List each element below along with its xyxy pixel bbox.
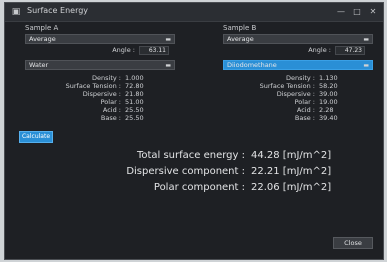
left-prop-row: Polar : 51.00 [45,98,165,106]
chevron-down-icon: ▬ [165,62,171,69]
left-angle-label: Angle : [112,46,135,54]
prop-label: Surface Tension : [259,82,315,90]
prop-value: 1.000 [125,74,144,82]
chevron-down-icon: ▬ [165,36,171,43]
prop-value: 39.00 [319,90,338,98]
prop-label: Dispersive : [276,90,315,98]
left-prop-row: Dispersive : 21.80 [45,90,165,98]
prop-value: 51.00 [125,98,144,106]
result-label: Dispersive component : [126,166,245,177]
left-solid-select[interactable]: Water ▬ [25,60,175,70]
prop-label: Base : [100,114,121,122]
prop-value: 19.00 [319,98,338,106]
prop-label: Polar : [294,98,315,106]
prop-value: 1.130 [319,74,338,82]
prop-label: Density : [92,74,121,82]
result-label: Total surface energy : [136,150,245,161]
close-window-button[interactable]: ✕ [365,5,381,19]
result-value: 44.28 [mJ/m^2] [251,150,332,161]
chevron-down-icon: ▬ [363,62,369,69]
prop-value: 25.50 [125,114,144,122]
right-solid-select[interactable]: Diiodomethane ▬ [223,60,373,70]
prop-label: Acid : [296,106,315,114]
calculate-button[interactable]: Calculate [19,131,53,143]
prop-label: Dispersive : [82,90,121,98]
window-title: Surface Energy [27,6,89,15]
left-liquid-select-value: Average [29,35,56,43]
prop-label: Base : [294,114,315,122]
left-prop-row: Base : 25.50 [45,114,165,122]
chevron-down-icon: ▬ [363,36,369,43]
prop-value: 58.20 [319,82,338,90]
surface-energy-window: ▣ Surface Energy — □ ✕ Sample A Average … [4,2,384,260]
prop-label: Acid : [102,106,121,114]
prop-value: 21.80 [125,90,144,98]
prop-value: 25.50 [125,106,144,114]
left-solid-select-value: Water [29,61,49,69]
prop-label: Density : [286,74,315,82]
right-prop-row: Acid : 2.28 [239,106,359,114]
left-prop-row: Acid : 25.50 [45,106,165,114]
left-sample-label: Sample A [25,24,59,32]
app-icon: ▣ [11,7,21,17]
prop-value: 2.28 [319,106,334,114]
right-sample-label: Sample B [223,24,257,32]
left-liquid-select[interactable]: Average ▬ [25,34,175,44]
result-label: Polar component : [153,182,245,193]
right-angle-input[interactable]: 47.23 [335,46,365,55]
prop-value: 72.80 [125,82,144,90]
right-prop-row: Surface Tension : 58.20 [239,82,359,90]
prop-value: 39.40 [319,114,338,122]
title-bar[interactable]: ▣ Surface Energy — □ ✕ [5,3,383,22]
right-liquid-select[interactable]: Average ▬ [223,34,373,44]
left-angle-input[interactable]: 63.11 [139,46,169,55]
left-prop-row: Surface Tension : 72.80 [45,82,165,90]
maximize-button[interactable]: □ [349,5,365,19]
result-value: 22.06 [mJ/m^2] [251,182,332,193]
right-liquid-select-value: Average [227,35,254,43]
right-angle-label: Angle : [308,46,331,54]
prop-label: Surface Tension : [65,82,121,90]
result-value: 22.21 [mJ/m^2] [251,166,332,177]
right-prop-row: Dispersive : 39.00 [239,90,359,98]
left-prop-row: Density : 1.000 [45,74,165,82]
right-solid-select-value: Diiodomethane [227,61,277,69]
close-button[interactable]: Close [333,237,373,249]
right-prop-row: Base : 39.40 [239,114,359,122]
right-prop-row: Density : 1.130 [239,74,359,82]
prop-label: Polar : [100,98,121,106]
right-prop-row: Polar : 19.00 [239,98,359,106]
minimize-button[interactable]: — [333,5,349,19]
